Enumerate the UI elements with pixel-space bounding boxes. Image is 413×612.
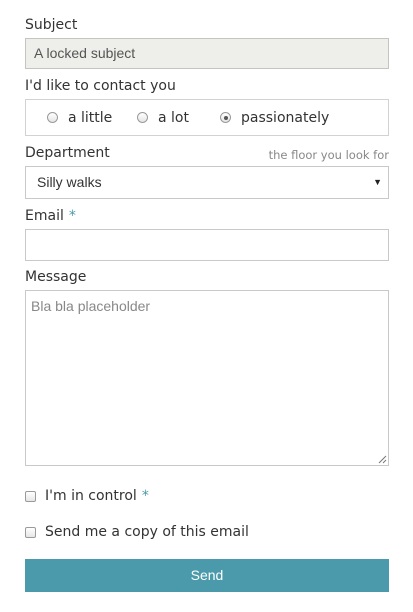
email-label: Email * [25, 208, 76, 224]
control-checkbox-row[interactable]: I'm in control * [25, 488, 149, 504]
department-label: Department [25, 145, 110, 161]
message-placeholder: Bla bla placeholder [31, 298, 151, 314]
checkbox-icon[interactable] [25, 526, 36, 538]
department-hint: the floor you look for [268, 148, 389, 162]
required-marker: * [141, 488, 149, 504]
copy-checkbox-label: Send me a copy of this email [45, 524, 249, 540]
radio-button-checked-icon[interactable] [220, 112, 231, 123]
control-checkbox-label: I'm in control [45, 488, 137, 504]
radio-option-a-little[interactable]: a little [47, 100, 112, 135]
radio-option-a-lot[interactable]: a lot [137, 100, 189, 135]
copy-checkbox-row[interactable]: Send me a copy of this email [25, 524, 249, 540]
email-label-text: Email [25, 208, 64, 224]
radio-label-passionately: passionately [241, 109, 330, 126]
department-select[interactable]: Silly walks ▼ [25, 166, 389, 199]
subject-label: Subject [25, 17, 78, 33]
contact-radio-group: a little a lot passionately [25, 99, 389, 136]
send-button[interactable]: Send [25, 559, 389, 592]
radio-button-icon[interactable] [47, 112, 58, 123]
chevron-down-icon: ▼ [373, 177, 382, 187]
resize-grip-icon[interactable] [378, 455, 387, 464]
email-field[interactable] [25, 229, 389, 261]
contact-label: I'd like to contact you [25, 78, 176, 94]
radio-option-passionately[interactable]: passionately [220, 100, 329, 135]
radio-button-icon[interactable] [137, 112, 148, 123]
department-selected-value: Silly walks [37, 174, 102, 190]
subject-field-locked: A locked subject [25, 38, 389, 69]
checkbox-icon[interactable] [25, 490, 36, 502]
message-label: Message [25, 269, 87, 285]
radio-label-a-lot: a lot [158, 109, 189, 126]
required-marker: * [68, 208, 76, 224]
message-textarea[interactable]: Bla bla placeholder [25, 290, 389, 466]
radio-label-a-little: a little [68, 109, 113, 126]
